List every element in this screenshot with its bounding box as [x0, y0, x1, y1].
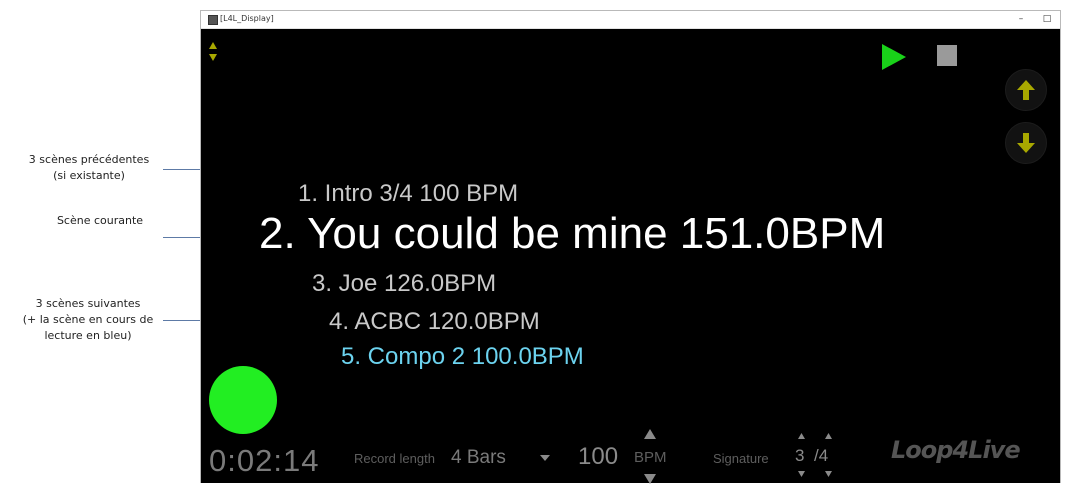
- signature-denominator[interactable]: /4: [814, 446, 828, 466]
- display-stage: 1. Intro 3/4 100 BPM 2. You could be min…: [201, 29, 1060, 484]
- scroll-down-button[interactable]: [1005, 122, 1047, 164]
- signature-denominator-up-icon[interactable]: [825, 433, 832, 439]
- previous-scene[interactable]: 1. Intro 3/4 100 BPM: [298, 180, 518, 208]
- play-icon[interactable]: [881, 43, 907, 71]
- title-bar: [L4L_Display] – □: [201, 11, 1060, 29]
- record-length-label: Record length: [354, 451, 435, 466]
- signature-numerator-up-icon[interactable]: [798, 433, 805, 439]
- window-title: [L4L_Display]: [220, 14, 274, 23]
- annotation-current-scene: Scène courante: [56, 214, 144, 227]
- stop-icon[interactable]: [937, 45, 957, 66]
- app-icon: [208, 15, 218, 25]
- maximize-button[interactable]: □: [1039, 13, 1055, 26]
- tempo-up-icon[interactable]: [644, 429, 656, 439]
- loop4live-logo: Loop4Live: [891, 436, 1021, 464]
- signature-numerator-down-icon[interactable]: [798, 471, 805, 477]
- next-scene-2[interactable]: 4. ACBC 120.0BPM: [329, 308, 540, 336]
- annotation-next-scenes: 3 scènes suivantes (+ la scène en cours …: [22, 297, 154, 342]
- chevron-down-icon[interactable]: [540, 455, 550, 461]
- signature-denominator-down-icon[interactable]: [825, 471, 832, 477]
- arrow-down-icon: [1017, 133, 1035, 153]
- minimize-button[interactable]: –: [1013, 13, 1029, 26]
- record-button[interactable]: [209, 366, 277, 434]
- tempo-unit: BPM: [634, 449, 667, 466]
- next-scene-1[interactable]: 3. Joe 126.0BPM: [312, 270, 496, 298]
- annotation-previous-scenes: 3 scènes précédentes (si existante): [28, 153, 150, 182]
- timer: 0:02:14: [209, 443, 320, 478]
- current-scene[interactable]: 2. You could be mine 151.0BPM: [259, 209, 885, 259]
- next-scene-3-playing[interactable]: 5. Compo 2 100.0BPM: [341, 343, 584, 371]
- scroll-up-button[interactable]: [1005, 69, 1047, 111]
- signature-numerator[interactable]: 3: [795, 446, 804, 466]
- record-length-value[interactable]: 4 Bars: [451, 447, 506, 469]
- tempo-value[interactable]: 100: [578, 443, 618, 471]
- sort-arrows-icon[interactable]: [208, 41, 218, 63]
- arrow-up-icon: [1017, 80, 1035, 100]
- signature-label: Signature: [713, 451, 769, 466]
- display-window: [L4L_Display] – □ 1. Intro 3/4 100 BPM 2: [200, 10, 1061, 484]
